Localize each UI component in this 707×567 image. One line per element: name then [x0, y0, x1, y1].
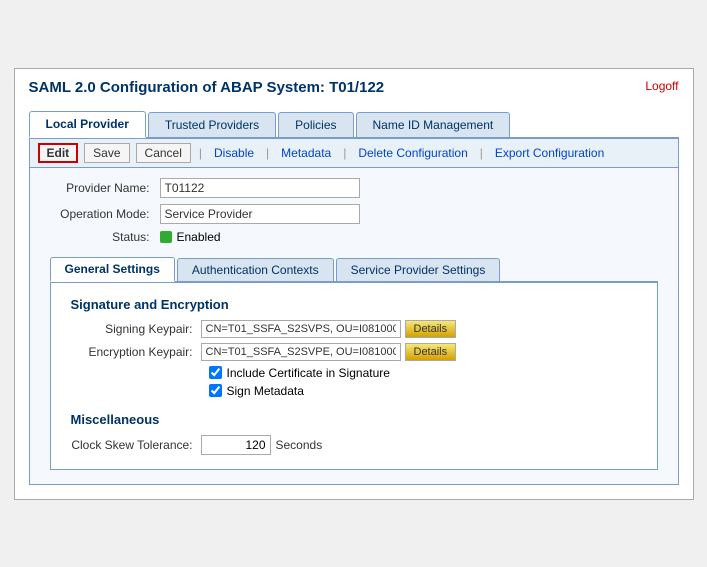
export-config-link[interactable]: Export Configuration	[491, 144, 608, 162]
misc-section-title: Miscellaneous	[71, 412, 637, 427]
separator-2: |	[266, 146, 269, 160]
operation-mode-input[interactable]	[160, 204, 360, 224]
signing-details-button[interactable]: Details	[405, 320, 457, 338]
clock-skew-label: Clock Skew Tolerance:	[71, 438, 201, 452]
main-container: SAML 2.0 Configuration of ABAP System: T…	[14, 68, 694, 500]
separator-3: |	[343, 146, 346, 160]
edit-button[interactable]: Edit	[38, 143, 79, 163]
include-cert-checkbox[interactable]	[209, 366, 222, 379]
status-label: Status:	[50, 230, 160, 244]
save-button[interactable]: Save	[84, 143, 129, 163]
provider-name-row: Provider Name:	[50, 178, 658, 198]
status-value-area: Enabled	[160, 230, 221, 244]
sign-metadata-row: Sign Metadata	[209, 384, 637, 398]
tab-name-id-management[interactable]: Name ID Management	[356, 112, 511, 137]
signing-keypair-label: Signing Keypair:	[71, 322, 201, 336]
misc-section: Miscellaneous Clock Skew Tolerance: Seco…	[71, 412, 637, 455]
inner-tab-auth-contexts[interactable]: Authentication Contexts	[177, 258, 334, 281]
disable-link[interactable]: Disable	[210, 144, 258, 162]
encryption-details-button[interactable]: Details	[405, 343, 457, 361]
signature-section-title: Signature and Encryption	[71, 297, 637, 312]
inner-content: Signature and Encryption Signing Keypair…	[50, 283, 658, 470]
signing-keypair-input[interactable]	[201, 320, 401, 338]
encryption-keypair-input[interactable]	[201, 343, 401, 361]
clock-skew-row: Clock Skew Tolerance: Seconds	[71, 435, 637, 455]
status-row: Status: Enabled	[50, 230, 658, 244]
sign-metadata-checkbox[interactable]	[209, 384, 222, 397]
toolbar: Edit Save Cancel | Disable | Metadata | …	[29, 139, 679, 168]
status-value: Enabled	[177, 230, 221, 244]
tab-local-provider[interactable]: Local Provider	[29, 111, 146, 138]
seconds-label: Seconds	[276, 438, 323, 452]
tab-trusted-providers[interactable]: Trusted Providers	[148, 112, 276, 137]
include-cert-row: Include Certificate in Signature	[209, 366, 637, 380]
inner-tab-general-settings[interactable]: General Settings	[50, 257, 175, 282]
sign-metadata-label: Sign Metadata	[227, 384, 304, 398]
cancel-button[interactable]: Cancel	[136, 143, 191, 163]
clock-skew-input[interactable]	[201, 435, 271, 455]
encryption-keypair-label: Encryption Keypair:	[71, 345, 201, 359]
include-cert-label: Include Certificate in Signature	[227, 366, 390, 380]
inner-tabs-row: General Settings Authentication Contexts…	[50, 256, 658, 283]
operation-mode-row: Operation Mode:	[50, 204, 658, 224]
page-title: SAML 2.0 Configuration of ABAP System: T…	[29, 79, 385, 96]
metadata-link[interactable]: Metadata	[277, 144, 335, 162]
tab-policies[interactable]: Policies	[278, 112, 353, 137]
provider-name-label: Provider Name:	[50, 181, 160, 195]
form-area: Provider Name: Operation Mode: Status: E…	[29, 168, 679, 485]
main-tabs-row: Local Provider Trusted Providers Policie…	[29, 110, 679, 139]
inner-tab-service-provider-settings[interactable]: Service Provider Settings	[336, 258, 501, 281]
separator-1: |	[199, 146, 202, 160]
status-icon	[160, 231, 172, 243]
delete-config-link[interactable]: Delete Configuration	[354, 144, 471, 162]
signing-keypair-row: Signing Keypair: Details	[71, 320, 637, 338]
logoff-link[interactable]: Logoff	[645, 79, 678, 93]
operation-mode-label: Operation Mode:	[50, 207, 160, 221]
encryption-keypair-row: Encryption Keypair: Details	[71, 343, 637, 361]
provider-name-input[interactable]	[160, 178, 360, 198]
separator-4: |	[480, 146, 483, 160]
